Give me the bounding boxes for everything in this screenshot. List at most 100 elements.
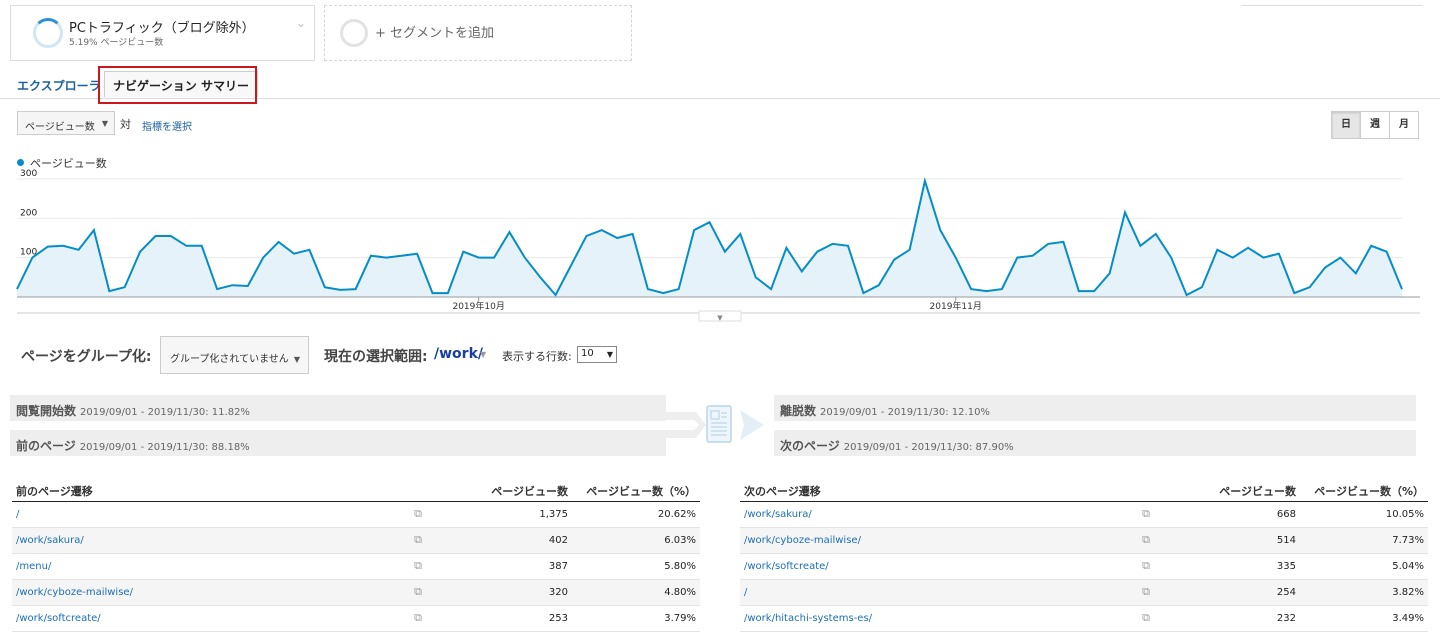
period-toggle: 日 週 月 [1331, 111, 1419, 139]
page-link[interactable]: /work/softcreate/ [16, 613, 101, 624]
page-link[interactable]: /menu/ [16, 561, 51, 572]
open-in-new-window-icon[interactable]: ⧉ [392, 527, 440, 554]
empty-segment-ring-icon [340, 19, 368, 47]
report-tabs: エクスプローラ ナビゲーション サマリー [0, 66, 1440, 104]
segment-ring-icon [33, 18, 63, 48]
table-row: /work/sakura/ ⧉ 668 10.05% [740, 501, 1428, 528]
caret-down-icon: ▼ [606, 350, 613, 359]
rows-to-show-select[interactable]: 10 ▼ [577, 346, 617, 363]
pageviews-value: 335 [1168, 553, 1300, 580]
column-header-next-page: 次のページ遷移 [740, 481, 1120, 502]
x-tick-label: 2019年10月 [452, 300, 504, 312]
segment-card-pc-traffic[interactable]: PCトラフィック（ブログ除外） 5.19% ページビュー数 ⌄ [10, 5, 315, 61]
entrances-bar: 閲覧開始数 2019/09/01 - 2019/11/30: 11.82% [10, 395, 666, 421]
x-tick-label: 2019年11月 [930, 300, 982, 312]
previous-pages-range: 2019/09/01 - 2019/11/30: 88.18% [79, 442, 250, 453]
pageviews-pct-value: 4.80% [572, 579, 700, 606]
table-row: /menu/ ⧉ 387 5.80% [12, 553, 700, 580]
pageviews-chart: 100 200 300 2019年10月 2019年11月 ▼ [16, 169, 1420, 322]
pageviews-value: 253 [440, 605, 572, 632]
current-selection-path[interactable]: /work/ [434, 346, 483, 362]
page-link[interactable]: / [744, 587, 747, 598]
page-link[interactable]: /work/cyboze-mailwise/ [744, 535, 861, 546]
caret-down-icon[interactable]: ▼ [480, 350, 486, 359]
table-row: /work/hitachi-systems-es/ ⧉ 232 3.49% [740, 605, 1428, 632]
entrances-range: 2019/09/01 - 2019/11/30: 11.82% [80, 407, 250, 418]
period-day-button[interactable]: 日 [1331, 111, 1361, 139]
pageviews-pct-value: 10.05% [1300, 501, 1428, 528]
exits-title: 離脱数 [780, 404, 817, 418]
column-header-pageviews-pct[interactable]: ページビュー数（%） [572, 481, 700, 502]
table-row: /work/sakura/ ⧉ 402 6.03% [12, 527, 700, 554]
previous-pages-title: 前のページ [16, 439, 76, 453]
previous-pages-bar: 前のページ 2019/09/01 - 2019/11/30: 88.18% [10, 430, 666, 456]
entrances-title: 閲覧開始数 [16, 404, 77, 418]
column-header-spacer [392, 481, 440, 502]
pageviews-pct-value: 3.82% [1300, 579, 1428, 606]
open-in-new-window-icon[interactable]: ⧉ [1120, 527, 1168, 554]
table-row: /work/cyboze-mailwise/ ⧉ 320 4.80% [12, 579, 700, 606]
open-in-new-window-icon[interactable]: ⧉ [1120, 605, 1168, 632]
segment-title: PCトラフィック（ブログ除外） [69, 21, 255, 36]
group-select-value: グループ化されていません [170, 354, 289, 365]
table-row: /work/softcreate/ ⧉ 335 5.04% [740, 553, 1428, 580]
page-link[interactable]: /work/hitachi-systems-es/ [744, 613, 872, 624]
page-link[interactable]: /work/sakura/ [16, 535, 84, 546]
open-in-new-window-icon[interactable]: ⧉ [392, 579, 440, 606]
caret-down-icon: ▼ [101, 119, 108, 128]
tab-explorer[interactable]: エクスプローラ [17, 77, 101, 94]
page-link[interactable]: /work/sakura/ [744, 509, 812, 520]
column-header-pageviews[interactable]: ページビュー数 [440, 481, 572, 502]
previous-pages-table: 前のページ遷移 ページビュー数 ページビュー数（%） / ⧉ 1,375 20.… [12, 481, 700, 632]
open-in-new-window-icon[interactable]: ⧉ [392, 553, 440, 580]
pageviews-value: 1,375 [440, 501, 572, 528]
next-pages-table: 次のページ遷移 ページビュー数 ページビュー数（%） /work/sakura/… [740, 481, 1428, 632]
pageviews-value: 320 [440, 579, 572, 606]
table-row: / ⧉ 1,375 20.62% [12, 501, 700, 528]
group-pages-label: ページをグループ化: [21, 349, 152, 365]
open-in-new-window-icon[interactable]: ⧉ [392, 605, 440, 632]
add-segment-label: + セグメントを追加 [375, 26, 495, 41]
page-link[interactable]: /work/cyboze-mailwise/ [16, 587, 133, 598]
open-in-new-window-icon[interactable]: ⧉ [392, 501, 440, 528]
metric-select-value: ページビュー数 [25, 122, 95, 133]
y-tick-label: 100 [20, 248, 37, 258]
vs-label: 対 [120, 118, 131, 131]
caret-down-icon: ▼ [293, 355, 300, 364]
segment-subtitle: 5.19% ページビュー数 [69, 38, 164, 48]
column-header-spacer [1120, 481, 1168, 502]
exits-bar: 離脱数 2019/09/01 - 2019/11/30: 12.10% [774, 395, 1416, 421]
chart-area [17, 180, 1402, 297]
rows-to-show-label: 表示する行数: [502, 350, 572, 363]
open-in-new-window-icon[interactable]: ⧉ [1120, 501, 1168, 528]
metric-select[interactable]: ページビュー数 ▼ [17, 111, 115, 135]
page-link[interactable]: /work/softcreate/ [744, 561, 829, 572]
group-pages-select[interactable]: グループ化されていません ▼ [160, 336, 309, 374]
table-row: /work/cyboze-mailwise/ ⧉ 514 7.73% [740, 527, 1428, 554]
open-in-new-window-icon[interactable]: ⧉ [1120, 553, 1168, 580]
divider [1242, 5, 1422, 6]
page-link[interactable]: / [16, 509, 19, 520]
pageviews-pct-value: 5.80% [572, 553, 700, 580]
grouping-row: ページをグループ化: グループ化されていません ▼ 現在の選択範囲: /work… [0, 336, 1440, 376]
open-in-new-window-icon[interactable]: ⧉ [1120, 579, 1168, 606]
column-header-pageviews-pct[interactable]: ページビュー数（%） [1300, 481, 1428, 502]
table-row: /work/softcreate/ ⧉ 253 3.79% [12, 605, 700, 632]
period-week-button[interactable]: 週 [1360, 111, 1390, 139]
period-month-button[interactable]: 月 [1389, 111, 1419, 139]
add-segment-button[interactable]: + セグメントを追加 [324, 5, 632, 61]
pageviews-value: 254 [1168, 579, 1300, 606]
y-tick-label: 300 [20, 169, 37, 179]
next-pages-range: 2019/09/01 - 2019/11/30: 87.90% [843, 442, 1014, 453]
pageviews-value: 402 [440, 527, 572, 554]
pageviews-pct-value: 7.73% [1300, 527, 1428, 554]
choose-metric-link[interactable]: 指標を選択 [142, 118, 192, 133]
chevron-down-icon[interactable]: ⌄ [296, 16, 306, 30]
next-pages-title: 次のページ [780, 439, 840, 453]
column-header-pageviews[interactable]: ページビュー数 [1168, 481, 1300, 502]
y-tick-label: 200 [20, 208, 37, 218]
current-selection-label: 現在の選択範囲: [324, 349, 428, 365]
pageviews-value: 387 [440, 553, 572, 580]
pageviews-pct-value: 20.62% [572, 501, 700, 528]
tab-navigation-summary[interactable]: ナビゲーション サマリー [104, 71, 258, 97]
